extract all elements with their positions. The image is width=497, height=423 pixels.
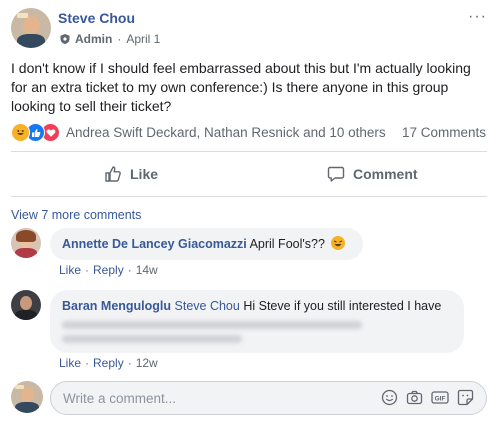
svg-text:GIF: GIF [435, 396, 446, 403]
admin-badge: Admin [75, 32, 113, 46]
separator: · [127, 263, 132, 277]
post-author-name[interactable]: Steve Chou [58, 10, 135, 26]
laughing-emoji-icon [331, 236, 346, 250]
like-button-label: Like [130, 166, 159, 182]
comment-text: Hi Steve if you still interested I have [243, 299, 442, 313]
reactors-names[interactable]: Andrea Swift Deckard, Nathan Resnick and… [66, 125, 386, 140]
comment-input[interactable]: Write a comment... GIF [50, 381, 487, 415]
author-avatar[interactable] [11, 8, 51, 48]
divider [11, 196, 487, 197]
comment-text: April Fool's?? [249, 237, 325, 251]
commenter-name[interactable]: Baran Menguloglu [62, 299, 171, 313]
separator: · [127, 356, 132, 370]
comment-like-link[interactable]: Like [59, 263, 81, 277]
admin-shield-icon [60, 34, 70, 44]
haha-reaction-icon [11, 123, 30, 142]
mention-link[interactable]: Steve Chou [175, 299, 240, 313]
comment-actions: Like · Reply · 14w [59, 263, 158, 277]
post-body-text: I don't know if I should feel embarrasse… [11, 60, 471, 114]
comment-bubble-icon [327, 166, 345, 182]
comment-bubble: Baran Menguloglu Steve Chou Hi Steve if … [50, 290, 464, 353]
post-options-button[interactable]: ··· [468, 8, 487, 26]
comment-reply-link[interactable]: Reply [93, 356, 124, 370]
comment-bubble: Annette De Lancey Giacomazzi April Fool'… [50, 228, 363, 260]
meta-separator: · [117, 32, 122, 46]
comment-timestamp[interactable]: 14w [136, 263, 158, 277]
separator: · [85, 263, 90, 277]
composer-tools: GIF [373, 389, 474, 406]
separator: · [85, 356, 90, 370]
comment-like-link[interactable]: Like [59, 356, 81, 370]
blurred-text [62, 321, 362, 329]
comment-timestamp[interactable]: 12w [136, 356, 158, 370]
sticker-icon[interactable] [457, 389, 474, 406]
reactions-summary[interactable]: Andrea Swift Deckard, Nathan Resnick and… [11, 123, 386, 142]
gif-icon[interactable]: GIF [431, 389, 449, 406]
like-button[interactable]: Like [104, 160, 158, 188]
camera-icon[interactable] [406, 389, 423, 406]
post-meta: Admin · April 1 [60, 32, 160, 46]
emoji-icon[interactable] [381, 389, 398, 406]
current-user-avatar[interactable] [11, 381, 43, 413]
commenter-avatar[interactable] [11, 290, 41, 320]
comment-reply-link[interactable]: Reply [93, 263, 124, 277]
thumbs-up-icon [105, 166, 121, 182]
post-card: Steve Chou Admin · April 1 ··· I don't k… [0, 0, 497, 423]
blurred-text [62, 335, 242, 343]
view-more-comments-link[interactable]: View 7 more comments [11, 208, 141, 222]
comment-button[interactable]: Comment [327, 160, 418, 188]
comment-count-link[interactable]: 17 Comments [402, 125, 486, 140]
comment-actions: Like · Reply · 12w [59, 356, 158, 370]
comment-button-label: Comment [353, 166, 418, 182]
post-date[interactable]: April 1 [126, 32, 160, 46]
comment-input-placeholder: Write a comment... [63, 391, 177, 406]
divider [11, 151, 487, 152]
commenter-name[interactable]: Annette De Lancey Giacomazzi [62, 237, 247, 251]
commenter-avatar[interactable] [11, 228, 41, 258]
